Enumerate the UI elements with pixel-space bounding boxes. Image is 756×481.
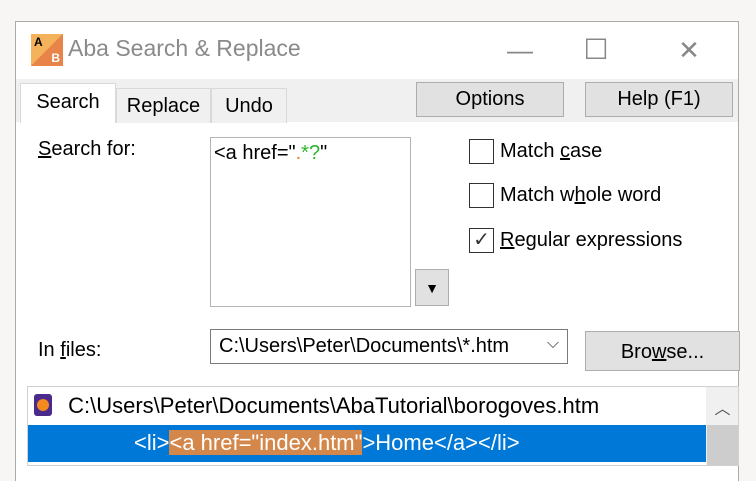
scrollbar-thumb[interactable]: [707, 425, 738, 465]
logo-letter: A: [34, 35, 43, 49]
results-list[interactable]: C:\Users\Peter\Documents\AbaTutorial\bor…: [27, 386, 739, 466]
minimize-button[interactable]: —: [497, 30, 543, 70]
search-text: <a href=".*?": [214, 142, 327, 164]
maximize-button[interactable]: ☐: [573, 30, 619, 70]
triangle-down-icon: ▼: [425, 280, 439, 296]
regular-expressions-checkbox[interactable]: ✓ Regular expressions: [469, 228, 682, 253]
checkbox-box[interactable]: [469, 183, 494, 208]
search-for-label: Search for:: [38, 138, 136, 161]
vertical-scrollbar[interactable]: ︿: [706, 387, 738, 465]
search-text-segment: ": [320, 142, 328, 164]
logo-letter: B: [51, 51, 60, 65]
regular-expressions-label: Regular expressions: [500, 229, 683, 251]
match-highlight: <a href="index.htm": [169, 430, 363, 455]
mnemonic: S: [38, 138, 52, 160]
in-files-value: C:\Users\Peter\Documents\*.htm: [219, 335, 510, 357]
options-button[interactable]: Options: [416, 82, 564, 117]
tab-search[interactable]: Search: [20, 83, 116, 123]
line-text: <li>: [134, 430, 170, 455]
match-case-label: Match case: [500, 140, 603, 162]
checkmark-icon[interactable]: ✓: [469, 228, 494, 253]
tab-undo[interactable]: Undo: [211, 88, 287, 123]
scroll-up-icon[interactable]: ︿: [706, 387, 738, 419]
in-files-combobox[interactable]: C:\Users\Peter\Documents\*.htm ⌵: [210, 329, 568, 364]
app-window: AB Aba Search & Replace — ☐ ✕ Search Rep…: [15, 21, 740, 481]
browse-button[interactable]: Browse...: [585, 331, 740, 371]
app-logo-icon: AB: [31, 34, 63, 66]
tab-strip: Search Replace Undo Options Help (F1): [16, 79, 738, 123]
tab-replace[interactable]: Replace: [116, 88, 211, 123]
chevron-down-icon: ⌵: [546, 335, 559, 352]
search-input[interactable]: <a href=".*?": [210, 137, 411, 307]
result-line-row[interactable]: <li><a href="index.htm">Home</a></li>: [28, 425, 706, 462]
search-text-segment: <a href=": [214, 142, 296, 164]
firefox-file-icon: [34, 394, 52, 416]
in-files-label: In files:: [38, 339, 102, 361]
title-bar: AB Aba Search & Replace — ☐ ✕: [16, 22, 738, 79]
options-label: Options: [455, 88, 525, 110]
checkbox-box[interactable]: [469, 139, 494, 164]
result-file-row[interactable]: C:\Users\Peter\Documents\AbaTutorial\bor…: [28, 388, 706, 425]
search-text-segment: *?: [301, 142, 321, 164]
close-button[interactable]: ✕: [666, 30, 712, 70]
match-case-checkbox[interactable]: Match case: [469, 139, 602, 164]
line-text: >Home</a></li>: [362, 430, 520, 455]
help-button[interactable]: Help (F1): [585, 82, 733, 117]
match-whole-word-checkbox[interactable]: Match whole word: [469, 183, 661, 208]
result-file-path: C:\Users\Peter\Documents\AbaTutorial\bor…: [68, 393, 600, 418]
label-text: earch for:: [51, 138, 136, 160]
window-title: Aba Search & Replace: [68, 35, 301, 61]
match-whole-word-label: Match whole word: [500, 184, 662, 206]
search-history-dropdown[interactable]: ▼: [415, 269, 449, 306]
